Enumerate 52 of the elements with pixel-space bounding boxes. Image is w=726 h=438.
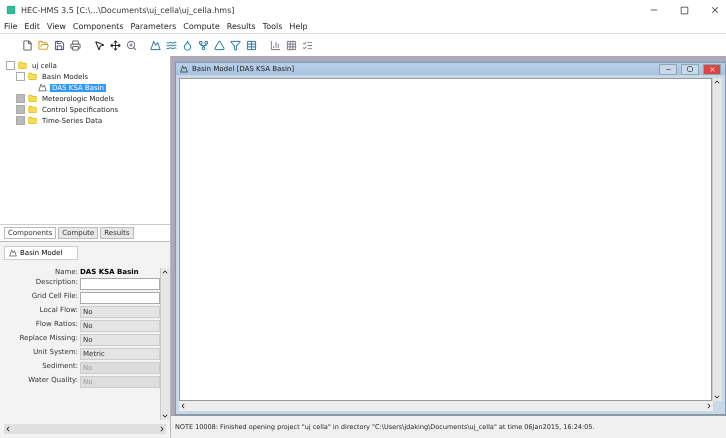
expand-toggle[interactable]	[16, 105, 25, 114]
folder-icon	[18, 61, 27, 70]
bar-chart-icon[interactable]	[270, 40, 281, 50]
new-file-icon[interactable]	[22, 40, 33, 50]
input-field[interactable]	[80, 278, 160, 290]
folder-icon	[28, 116, 37, 125]
scrollbar[interactable]	[160, 268, 170, 420]
scrollbar[interactable]	[179, 401, 713, 411]
expand-toggle[interactable]	[16, 72, 25, 81]
filter-icon[interactable]	[230, 40, 241, 50]
expand-toggle[interactable]	[16, 94, 25, 103]
menu-item[interactable]: Help	[289, 22, 308, 31]
menu-item[interactable]: Results	[226, 22, 256, 31]
list-icon[interactable]	[302, 40, 313, 50]
basin-icon	[9, 249, 17, 257]
basin-icon	[38, 83, 47, 92]
print-icon[interactable]	[70, 40, 81, 50]
close-icon[interactable]	[710, 5, 720, 15]
triangle-icon[interactable]	[214, 40, 225, 50]
input-field[interactable]	[80, 292, 160, 304]
folder-icon	[28, 94, 37, 103]
save-icon[interactable]	[54, 40, 65, 50]
mountain-icon[interactable]	[150, 40, 161, 50]
folder-icon	[28, 72, 37, 81]
maximize-button[interactable]	[681, 64, 699, 74]
folder-icon	[28, 105, 37, 114]
menu-item[interactable]: Parameters	[130, 22, 176, 31]
move-icon[interactable]	[110, 40, 121, 50]
menu-item[interactable]: Compute	[183, 22, 220, 31]
waves-icon[interactable]	[166, 40, 177, 50]
scrollbar[interactable]	[712, 78, 722, 401]
fork-icon[interactable]	[198, 40, 209, 50]
menu-item[interactable]: File	[4, 22, 18, 31]
close-icon	[708, 66, 716, 72]
app-icon	[6, 5, 16, 15]
expand-toggle[interactable]	[6, 61, 15, 70]
pointer-icon[interactable]	[94, 40, 105, 50]
menu-item[interactable]: Tools	[262, 22, 282, 31]
maximize-icon[interactable]	[680, 6, 689, 14]
expand-toggle[interactable]	[16, 116, 25, 125]
menu-item[interactable]: View	[46, 22, 66, 31]
menu-item[interactable]: Edit	[24, 22, 40, 31]
droplet-icon[interactable]	[182, 40, 193, 50]
basin-icon	[180, 65, 188, 73]
table-icon[interactable]	[246, 40, 257, 50]
maximize-icon	[687, 66, 693, 72]
menu-item[interactable]: Components	[72, 22, 124, 31]
scrollbar[interactable]	[4, 424, 166, 434]
window-title: HEC-HMS 3.5 [C:\...\Documents\uj_cella\uj_cella.hms]	[21, 6, 236, 14]
zoom-icon[interactable]	[126, 40, 137, 50]
open-folder-icon[interactable]	[38, 40, 49, 50]
grid-icon[interactable]	[286, 40, 297, 50]
